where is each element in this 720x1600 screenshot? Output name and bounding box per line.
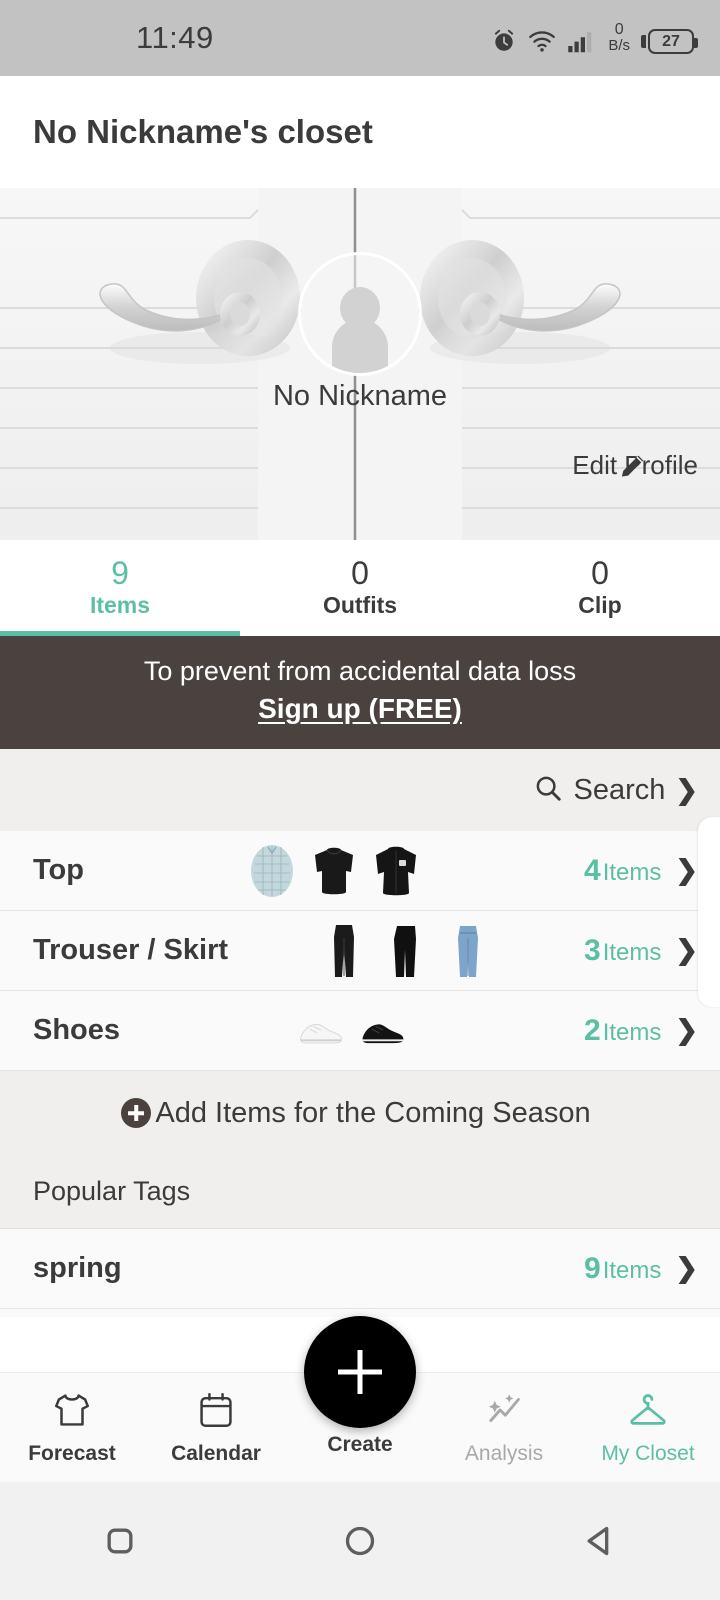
- edit-profile-button[interactable]: Edit Profile: [568, 450, 698, 481]
- count-number: 4: [584, 854, 601, 888]
- wifi-icon: [528, 28, 556, 54]
- battery-level: 27: [648, 29, 694, 54]
- network-speed: 0 B/s: [608, 22, 630, 53]
- blue-jeans-thumb: [442, 922, 494, 980]
- items-count: 9: [111, 557, 129, 591]
- phone-screen: 11:49: [0, 0, 720, 1600]
- tag-name: spring: [33, 1252, 122, 1285]
- search-icon: [533, 773, 563, 808]
- items-label: Items: [90, 592, 150, 619]
- add-items-label: Add Items for the Coming Season: [155, 1097, 590, 1130]
- clip-label: Clip: [578, 592, 621, 619]
- signup-link[interactable]: Sign up (FREE): [0, 693, 720, 725]
- stats-tabs: 9 Items 0 Outfits 0 Clip: [0, 540, 720, 636]
- signup-message: To prevent from accidental data loss: [0, 656, 720, 687]
- category-count: 2 Items: [584, 1014, 661, 1048]
- nav-item-forecast[interactable]: Forecast: [0, 1389, 144, 1466]
- category-thumbnails: [120, 1002, 584, 1060]
- search-button[interactable]: Search ❯: [0, 749, 720, 831]
- signal-icon: [567, 28, 597, 54]
- count-number: 2: [584, 1014, 601, 1048]
- nav-item-my-closet[interactable]: My Closet: [576, 1389, 720, 1466]
- black-pants-thumb: [318, 922, 370, 980]
- count-unit: Items: [603, 1257, 662, 1285]
- nav-label: My Closet: [601, 1442, 694, 1466]
- clip-count: 0: [591, 557, 609, 591]
- outfits-label: Outfits: [323, 592, 397, 619]
- android-system-nav: [0, 1482, 720, 1600]
- person-icon: [331, 287, 389, 373]
- plaid-shirt-thumb: [246, 842, 298, 900]
- avatar[interactable]: [298, 252, 422, 376]
- tab-items[interactable]: 9 Items: [0, 540, 240, 636]
- category-count: 3 Items: [584, 934, 661, 968]
- create-fab-button[interactable]: [304, 1316, 416, 1428]
- closet-content: Search ❯ Top: [0, 749, 720, 1317]
- tab-clip[interactable]: 0 Clip: [480, 540, 720, 636]
- category-row-shoes[interactable]: Shoes 2 Items ❯: [0, 991, 720, 1071]
- category-count: 4 Items: [584, 854, 661, 888]
- nav-label: Calendar: [171, 1442, 261, 1466]
- black-jacket-thumb: [370, 842, 422, 900]
- black-sneakers-thumb: [357, 1002, 409, 1060]
- nav-label: Analysis: [465, 1442, 543, 1466]
- category-row-trouser-skirt[interactable]: Trouser / Skirt 3 Items ❯: [0, 911, 720, 991]
- recents-square-icon[interactable]: [70, 1521, 170, 1561]
- tag-row-spring[interactable]: spring 9 Items ❯: [0, 1229, 720, 1309]
- chevron-right-icon: ❯: [675, 855, 698, 886]
- profile-banner: No Nickname Edit Profile: [0, 188, 720, 540]
- category-name: Shoes: [33, 1014, 120, 1047]
- search-label: Search: [573, 774, 665, 807]
- battery-icon: 27: [641, 29, 694, 54]
- chevron-right-icon: ❯: [675, 775, 698, 806]
- calendar-icon: [195, 1389, 237, 1436]
- count-unit: Items: [603, 1019, 662, 1047]
- signup-banner[interactable]: To prevent from accidental data loss Sig…: [0, 636, 720, 749]
- white-sneakers-thumb: [295, 1002, 347, 1060]
- nav-item-analysis[interactable]: Analysis: [432, 1389, 576, 1466]
- add-items-season-button[interactable]: Add Items for the Coming Season: [0, 1071, 720, 1155]
- status-icons: 0 B/s 27: [491, 22, 694, 54]
- count-unit: Items: [603, 859, 662, 887]
- home-circle-icon[interactable]: [310, 1521, 410, 1561]
- nav-label: Forecast: [28, 1442, 116, 1466]
- chevron-right-icon: ❯: [675, 935, 698, 966]
- black-sweater-thumb: [308, 842, 360, 900]
- status-bar: 11:49: [0, 0, 720, 76]
- plus-circle-icon: [121, 1098, 151, 1128]
- tab-outfits[interactable]: 0 Outfits: [240, 540, 480, 636]
- category-name: Trouser / Skirt: [33, 934, 228, 967]
- chevron-right-icon: ❯: [675, 1253, 698, 1284]
- hanger-icon: [627, 1389, 669, 1436]
- nav-item-calendar[interactable]: Calendar: [144, 1389, 288, 1466]
- black-trousers-thumb: [380, 922, 432, 980]
- count-unit: Items: [603, 939, 662, 967]
- chevron-right-icon: ❯: [675, 1015, 698, 1046]
- scrollbar-thumb[interactable]: [698, 817, 720, 1007]
- status-time: 11:49: [136, 20, 214, 56]
- tag-count: 9 Items: [584, 1252, 661, 1286]
- category-name: Top: [33, 854, 84, 887]
- tshirt-icon: [51, 1389, 93, 1436]
- analysis-chart-icon: [483, 1389, 525, 1436]
- netspeed-unit: B/s: [608, 38, 630, 53]
- category-thumbnails: [228, 922, 584, 980]
- alarm-icon: [491, 28, 517, 54]
- netspeed-value: 0: [615, 22, 624, 38]
- category-thumbnails: [84, 842, 584, 900]
- back-triangle-icon[interactable]: [550, 1521, 650, 1561]
- category-row-top[interactable]: Top: [0, 831, 720, 911]
- count-number: 9: [584, 1252, 601, 1286]
- count-number: 3: [584, 934, 601, 968]
- create-label: Create: [327, 1433, 392, 1457]
- outfits-count: 0: [351, 557, 369, 591]
- popular-tags-header: Popular Tags: [0, 1155, 720, 1229]
- profile-nickname: No Nickname: [0, 380, 720, 413]
- page-title: No Nickname's closet: [0, 76, 720, 188]
